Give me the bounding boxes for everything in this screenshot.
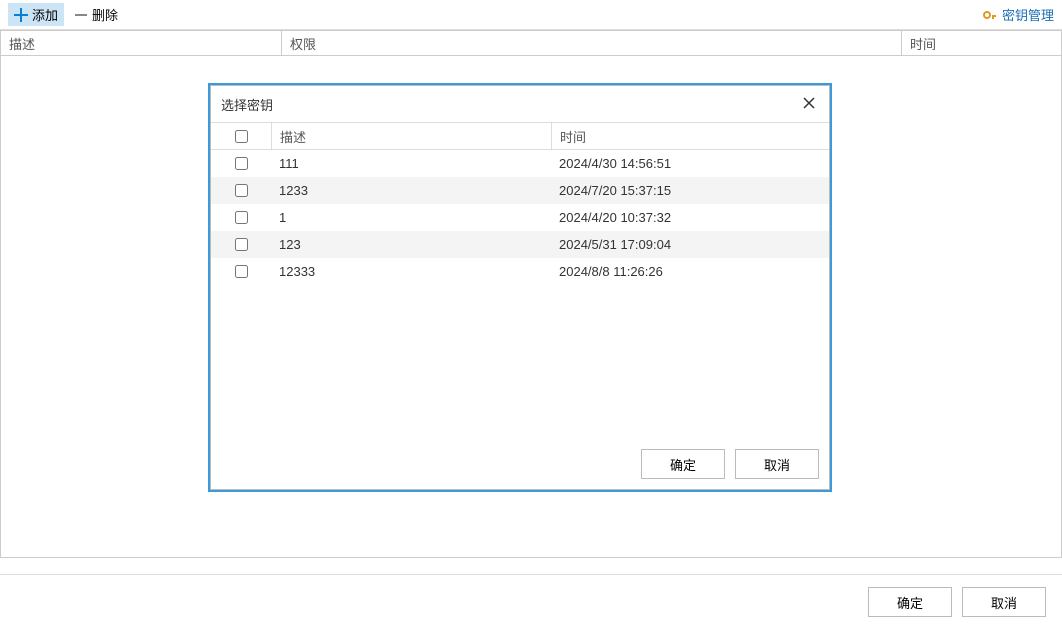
select-all-checkbox[interactable] xyxy=(235,130,248,143)
dialog-col-header-time[interactable]: 时间 xyxy=(551,123,829,149)
toolbar-left: 添加 删除 xyxy=(8,3,124,26)
table-row[interactable]: 1 2024/4/20 10:37:32 xyxy=(211,204,829,231)
page-cancel-button[interactable]: 取消 xyxy=(962,587,1046,617)
add-button-label: 添加 xyxy=(32,5,58,24)
row-desc: 1 xyxy=(271,204,551,231)
dialog-ok-button[interactable]: 确定 xyxy=(641,449,725,479)
row-checkbox[interactable] xyxy=(235,265,248,278)
main-grid-header: 描述 权限 时间 xyxy=(0,30,1062,56)
delete-button-label: 删除 xyxy=(92,5,118,24)
dialog-col-header-check[interactable] xyxy=(211,123,271,149)
delete-button[interactable]: 删除 xyxy=(68,3,124,26)
col-header-perm[interactable]: 权限 xyxy=(281,31,901,55)
col-header-time[interactable]: 时间 xyxy=(901,31,1061,55)
row-checkbox[interactable] xyxy=(235,211,248,224)
toolbar: 添加 删除 密钥管理 xyxy=(0,0,1062,30)
key-management-label: 密钥管理 xyxy=(1002,5,1054,24)
page-footer: 确定 取消 xyxy=(0,574,1062,629)
row-time: 2024/7/20 15:37:15 xyxy=(551,177,829,204)
row-time: 2024/4/20 10:37:32 xyxy=(551,204,829,231)
row-checkbox[interactable] xyxy=(235,157,248,170)
select-key-dialog: 选择密钥 描述 时间 111 2024/4/30 14:56:51 123 xyxy=(210,85,830,490)
row-checkbox[interactable] xyxy=(235,238,248,251)
row-desc: 123 xyxy=(271,231,551,258)
dialog-rows: 111 2024/4/30 14:56:51 1233 2024/7/20 15… xyxy=(211,150,829,438)
add-button[interactable]: 添加 xyxy=(8,3,64,26)
row-desc: 12333 xyxy=(271,258,551,285)
key-management-link[interactable]: 密钥管理 xyxy=(982,5,1054,24)
dialog-col-header-desc[interactable]: 描述 xyxy=(271,123,551,149)
row-time: 2024/8/8 11:26:26 xyxy=(551,258,829,285)
table-row[interactable]: 111 2024/4/30 14:56:51 xyxy=(211,150,829,177)
dialog-grid-header: 描述 时间 xyxy=(211,122,829,150)
table-row[interactable]: 12333 2024/8/8 11:26:26 xyxy=(211,258,829,285)
row-desc: 111 xyxy=(271,150,551,177)
row-desc: 1233 xyxy=(271,177,551,204)
close-button[interactable] xyxy=(799,94,819,114)
key-icon xyxy=(982,7,998,23)
close-icon xyxy=(802,96,816,113)
dialog-footer: 确定 取消 xyxy=(211,438,829,489)
toolbar-right: 密钥管理 xyxy=(982,5,1054,24)
row-time: 2024/5/31 17:09:04 xyxy=(551,231,829,258)
plus-icon xyxy=(14,8,28,22)
page-ok-button[interactable]: 确定 xyxy=(868,587,952,617)
dialog-titlebar: 选择密钥 xyxy=(211,86,829,122)
minus-icon xyxy=(74,8,88,22)
dialog-title-text: 选择密钥 xyxy=(221,95,273,114)
table-row[interactable]: 1233 2024/7/20 15:37:15 xyxy=(211,177,829,204)
row-checkbox[interactable] xyxy=(235,184,248,197)
col-header-desc[interactable]: 描述 xyxy=(1,31,281,55)
row-time: 2024/4/30 14:56:51 xyxy=(551,150,829,177)
table-row[interactable]: 123 2024/5/31 17:09:04 xyxy=(211,231,829,258)
dialog-cancel-button[interactable]: 取消 xyxy=(735,449,819,479)
